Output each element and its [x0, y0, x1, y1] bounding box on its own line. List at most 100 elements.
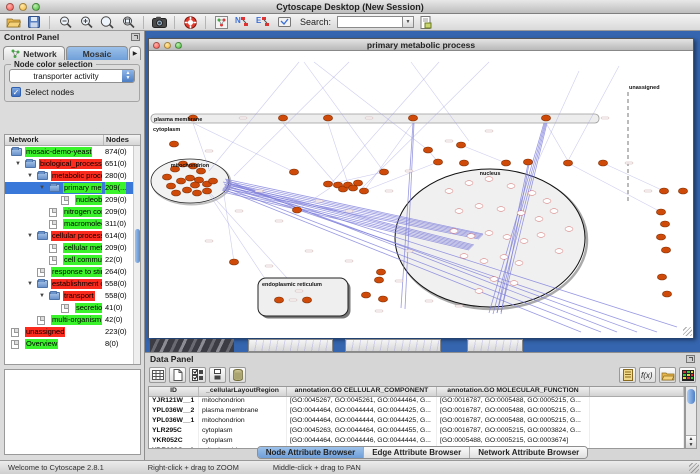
- snapshot-icon[interactable]: [150, 15, 168, 30]
- gene-node[interactable]: [302, 297, 311, 303]
- app-titlebar[interactable]: Cytoscape Desktop (New Session): [0, 0, 700, 14]
- gene-node[interactable]: [185, 175, 194, 181]
- expand-arrow-icon[interactable]: ▼: [27, 278, 33, 290]
- open-icon[interactable]: [4, 15, 22, 30]
- attribute-matrix-icon[interactable]: [209, 367, 226, 383]
- zoom-button[interactable]: [32, 3, 40, 11]
- minimize-button[interactable]: [19, 3, 27, 11]
- gene-node[interactable]: [433, 159, 442, 165]
- gene-node[interactable]: [374, 277, 383, 283]
- tree-row[interactable]: ▼cellular process614(0): [5, 230, 140, 242]
- tree-header[interactable]: Network Nodes: [5, 135, 140, 146]
- column-header[interactable]: annotation.GO MOLECULAR_FUNCTION: [437, 387, 590, 396]
- gene-node[interactable]: [661, 247, 670, 253]
- gene-node[interactable]: [656, 209, 665, 215]
- expand-arrow-icon[interactable]: ▼: [39, 182, 45, 194]
- table-scrollbar[interactable]: ▲▼: [685, 386, 697, 449]
- vizmapper-icon[interactable]: [275, 15, 293, 30]
- gene-node[interactable]: [598, 160, 607, 166]
- search-index-icon[interactable]: [417, 15, 435, 30]
- gene-node[interactable]: [660, 221, 669, 227]
- gene-node[interactable]: [376, 269, 385, 275]
- heatmap-icon[interactable]: [679, 367, 696, 383]
- app-resize-grip[interactable]: [689, 463, 699, 473]
- tree-row[interactable]: nucleobase-209(0): [5, 194, 140, 206]
- tree-row[interactable]: macromolecule311(0): [5, 218, 140, 230]
- gene-node[interactable]: [359, 188, 368, 194]
- node-label-icon-1[interactable]: N: [233, 15, 251, 30]
- gene-node[interactable]: [202, 188, 211, 194]
- attribute-browser-tab[interactable]: Node Attribute Browser: [258, 447, 365, 458]
- function-builder-icon[interactable]: f(x): [639, 367, 656, 383]
- background-window-fragment[interactable]: [248, 339, 333, 352]
- zoom-selected-icon[interactable]: [98, 15, 116, 30]
- gene-node[interactable]: [678, 188, 687, 194]
- gene-node[interactable]: [657, 274, 666, 280]
- tree-row[interactable]: cellular metabo209(0): [5, 242, 140, 254]
- network-close-button[interactable]: [153, 42, 160, 49]
- network-graph[interactable]: plasma membranecytoplasmmitochondrionnuc…: [149, 51, 693, 338]
- gene-node[interactable]: [176, 178, 185, 184]
- tab-overflow-arrow-icon[interactable]: ▶: [129, 46, 141, 60]
- network-minimize-button[interactable]: [164, 42, 171, 49]
- attribute-table[interactable]: ID_cellularLayoutRegionannotation.GO CEL…: [148, 386, 685, 449]
- gene-node[interactable]: [459, 160, 468, 166]
- tree-scrollbar[interactable]: [133, 146, 140, 364]
- node-label-icon-2[interactable]: E: [254, 15, 272, 30]
- network-view-window[interactable]: primary metabolic process plasma membran…: [148, 38, 694, 338]
- delete-attribute-icon[interactable]: [229, 367, 246, 383]
- network-window-titlebar[interactable]: primary metabolic process: [149, 39, 693, 51]
- expand-arrow-icon[interactable]: ▼: [39, 290, 45, 302]
- gene-node[interactable]: [656, 234, 665, 240]
- attribute-browser-tab[interactable]: Network Attribute Browser: [470, 447, 587, 458]
- gene-node[interactable]: [659, 188, 668, 194]
- gene-node[interactable]: [379, 169, 388, 175]
- background-window-fragment[interactable]: [150, 339, 234, 352]
- gene-node[interactable]: [292, 207, 301, 213]
- gene-node[interactable]: [289, 169, 298, 175]
- column-header[interactable]: _cellularLayoutRegion: [199, 387, 287, 396]
- tree-row[interactable]: response to stimulu264(0): [5, 266, 140, 278]
- gene-node[interactable]: [190, 182, 199, 188]
- background-window-fragment[interactable]: [467, 339, 523, 352]
- gene-node[interactable]: [541, 115, 550, 121]
- column-header[interactable]: ID: [149, 387, 199, 396]
- import-attributes-icon[interactable]: [659, 367, 676, 383]
- gene-node[interactable]: [229, 259, 238, 265]
- tab-mosaic[interactable]: Mosaic: [66, 46, 128, 60]
- table-row[interactable]: YLR295Ccytoplasm[GO:0045263, GO:0044464,…: [149, 427, 684, 437]
- gene-node[interactable]: [162, 174, 171, 180]
- tree-row[interactable]: secretion41(0): [5, 302, 140, 314]
- tree-row[interactable]: unassigned223(0): [5, 326, 140, 338]
- gene-node[interactable]: [563, 160, 572, 166]
- tree-row[interactable]: ▼establishment of lo558(0): [5, 278, 140, 290]
- tree-row[interactable]: ▼metabolic process280(0): [5, 170, 140, 182]
- data-panel-float-icon[interactable]: [686, 355, 695, 363]
- attribute-browser-tab[interactable]: Edge Attribute Browser: [364, 447, 470, 458]
- network-zoom-button[interactable]: [175, 42, 182, 49]
- table-row[interactable]: YJR121W__1mitochondrion[GO:0045267, GO:0…: [149, 397, 684, 407]
- window-resize-grip[interactable]: [683, 327, 692, 336]
- tree-row[interactable]: ▼primary metabo209(...: [5, 182, 140, 194]
- zoom-out-icon[interactable]: [56, 15, 74, 30]
- attribute-list-icon[interactable]: [619, 367, 636, 383]
- table-row[interactable]: YPL036W__1mitochondrion[GO:0044464, GO:0…: [149, 417, 684, 427]
- tree-row[interactable]: cell communicat22(0): [5, 254, 140, 266]
- expand-arrow-icon[interactable]: ▼: [15, 158, 21, 170]
- gene-node[interactable]: [662, 291, 671, 297]
- close-button[interactable]: [6, 3, 14, 11]
- help-ring-icon[interactable]: [181, 15, 199, 30]
- gene-node[interactable]: [323, 115, 332, 121]
- birdseye-view[interactable]: [4, 369, 141, 455]
- tree-row[interactable]: mosaic-demo-yeast874(0): [5, 146, 140, 158]
- gene-node[interactable]: [353, 180, 362, 186]
- gene-node[interactable]: [171, 190, 180, 196]
- tree-row[interactable]: multi-organism pro42(0): [5, 314, 140, 326]
- select-attributes-icon[interactable]: [189, 367, 206, 383]
- network-overlay-icon[interactable]: [212, 15, 230, 30]
- gene-node[interactable]: [501, 160, 510, 166]
- select-nodes-checkbox[interactable]: ✓: [11, 87, 21, 97]
- zoom-fit-icon[interactable]: [119, 15, 137, 30]
- tree-row[interactable]: nitrogen compo209(0): [5, 206, 140, 218]
- gene-node[interactable]: [208, 178, 217, 184]
